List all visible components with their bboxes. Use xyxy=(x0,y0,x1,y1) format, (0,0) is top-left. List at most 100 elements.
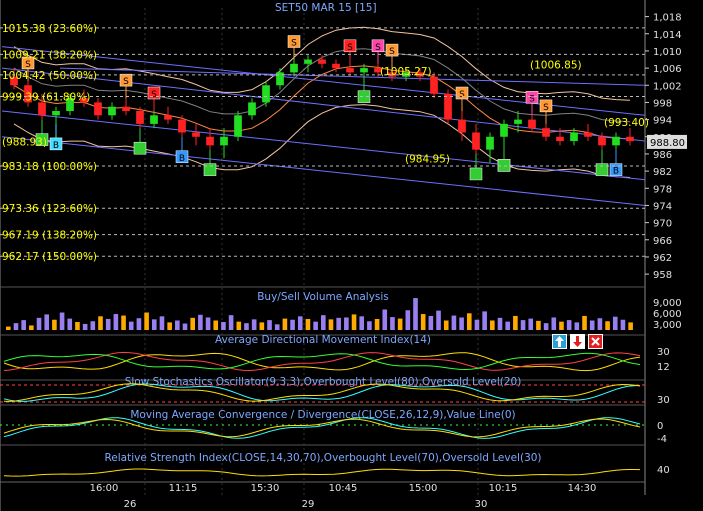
close-button[interactable] xyxy=(588,334,603,349)
candle-body xyxy=(430,76,438,94)
indicator-tick-label: 30 xyxy=(657,347,670,358)
sell-signal[interactable]: S xyxy=(525,91,539,116)
volume-bar xyxy=(336,317,341,330)
fib-label: 1009.21 (38.20%) xyxy=(2,49,97,61)
candle-body xyxy=(486,136,494,150)
volume-bar xyxy=(151,319,157,330)
down-arrow-button[interactable] xyxy=(570,334,585,349)
time-label: 15:00 xyxy=(409,483,438,494)
volume-bar xyxy=(6,326,11,330)
time-label: 10:45 xyxy=(329,483,358,494)
candle-body xyxy=(220,136,228,146)
up-arrow-icon xyxy=(555,336,564,347)
price-tick-label: 994 xyxy=(653,116,672,127)
buy-signal[interactable]: B xyxy=(175,136,189,164)
green-signal[interactable] xyxy=(595,149,609,176)
signal-label: S xyxy=(389,47,395,57)
volume-bar xyxy=(359,316,365,330)
volume-bar xyxy=(543,323,549,330)
volume-bar xyxy=(190,317,195,330)
candle-body xyxy=(528,119,536,129)
buy-signal[interactable]: B xyxy=(49,123,63,151)
volume-bar xyxy=(420,314,426,330)
candle-body xyxy=(164,115,172,120)
sell-signal[interactable]: S xyxy=(147,86,161,112)
candle-body xyxy=(598,136,606,146)
volume-bar xyxy=(159,316,165,330)
candle-body xyxy=(500,123,508,137)
sell-signal[interactable]: S xyxy=(455,86,469,112)
volume-bar xyxy=(328,319,334,330)
candle-body xyxy=(94,102,102,116)
price-axis: 9589629669709749789829869909949981,0021,… xyxy=(645,13,687,281)
sell-signal[interactable]: S xyxy=(119,73,133,99)
candle-body xyxy=(472,132,480,150)
sell-signal[interactable]: S xyxy=(539,99,553,124)
candle-body xyxy=(304,59,312,64)
volume-bar xyxy=(505,321,510,330)
candle-body xyxy=(122,106,130,112)
volume-bar xyxy=(282,318,288,330)
candle-body xyxy=(150,115,158,124)
volume-bar xyxy=(213,320,219,330)
price-tick-label: 1,010 xyxy=(653,47,682,58)
time-label: 10:15 xyxy=(489,483,518,494)
volume-bar xyxy=(382,309,388,330)
volume-bar xyxy=(374,318,380,330)
volume-bar xyxy=(367,321,372,330)
volume-bar xyxy=(290,319,295,330)
volume-bar xyxy=(221,322,226,330)
signal-line xyxy=(3,418,641,438)
volume-bar xyxy=(397,318,403,330)
volume-bar xyxy=(605,321,610,330)
candle-body xyxy=(52,111,60,116)
signal-label: S xyxy=(375,43,381,53)
sell-signal[interactable]: S xyxy=(385,43,399,69)
chart-title-suffix: [15] xyxy=(355,2,377,14)
fib-label: 962.17 (150.00%) xyxy=(2,251,97,263)
volume-bar xyxy=(90,321,96,330)
signal-label: S xyxy=(291,39,297,49)
price-annotation: (1006.85) xyxy=(530,59,582,71)
green-signal[interactable] xyxy=(133,128,147,155)
candle-body xyxy=(514,119,522,124)
candle-body xyxy=(206,136,214,146)
volume-bar xyxy=(628,322,633,330)
volume-bar xyxy=(75,322,80,330)
signal-label: S xyxy=(543,103,549,113)
candle-body xyxy=(108,106,116,116)
stock-chart[interactable]: SSSSSSSSSSBBBB 1015.38 (23.60%)1009.21 (… xyxy=(0,0,703,511)
sell-signal[interactable]: S xyxy=(371,39,385,64)
buy-signal[interactable]: B xyxy=(609,149,623,177)
volume-bar xyxy=(205,317,211,330)
volume-bar xyxy=(390,317,395,330)
volume-bar xyxy=(98,316,103,330)
signal-label: B xyxy=(613,167,619,177)
price-annotation: (988.93) xyxy=(2,136,47,148)
fib-label: 973.36 (123.60%) xyxy=(2,203,97,215)
volume-bar xyxy=(528,318,534,330)
price-tick-label: 986 xyxy=(653,150,672,161)
volume-bar xyxy=(52,319,57,330)
price-tick-label: 962 xyxy=(653,253,672,264)
green-signal[interactable] xyxy=(357,76,371,103)
signal-label: S xyxy=(459,90,465,100)
volume-bar xyxy=(612,316,618,330)
candle-body xyxy=(38,102,46,116)
green-signal[interactable] xyxy=(469,153,483,181)
volume-bar xyxy=(513,315,518,330)
price-tick-label: 1,018 xyxy=(653,13,682,24)
price-tick-label: 966 xyxy=(653,236,672,247)
volume-bar xyxy=(121,315,126,330)
fib-label: 967.19 (138.20%) xyxy=(2,230,97,242)
price-tick-label: 1,014 xyxy=(653,30,682,41)
sell-signal[interactable]: S xyxy=(287,35,301,60)
volume-bar xyxy=(482,311,487,330)
date-label: 30 xyxy=(475,499,488,510)
volume-bar xyxy=(29,325,34,330)
green-signal[interactable] xyxy=(203,149,217,176)
volume-bar xyxy=(59,312,65,330)
green-signal[interactable] xyxy=(497,145,511,172)
up-arrow-button[interactable] xyxy=(552,334,567,349)
sell-signal[interactable]: S xyxy=(343,39,357,64)
